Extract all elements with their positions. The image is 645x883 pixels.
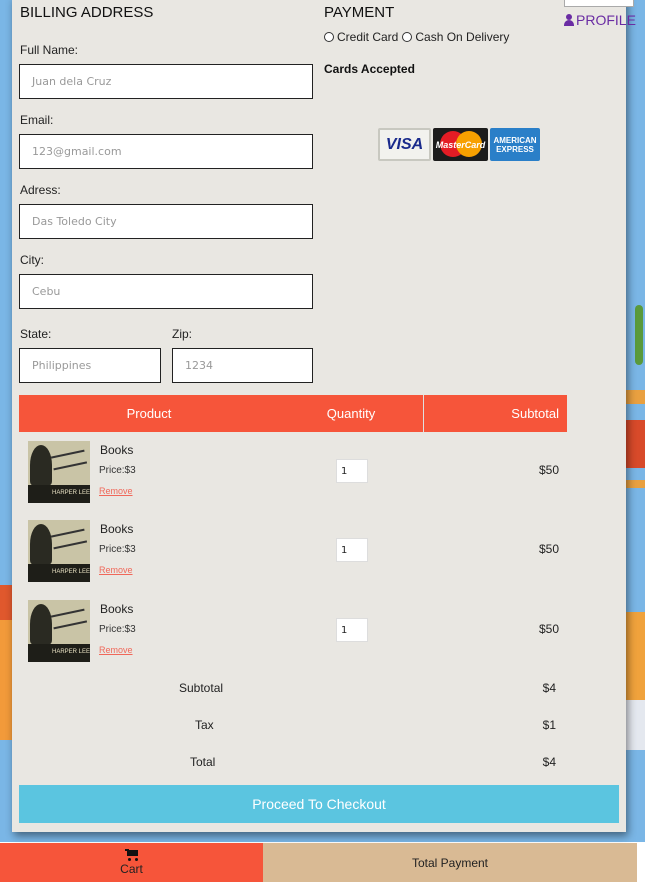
state-placeholder: Philippines <box>32 359 92 372</box>
item-price: Price:$3 <box>99 465 136 476</box>
credit-card-label[interactable]: Credit Card <box>337 30 398 44</box>
tax-label: Tax <box>195 718 214 732</box>
header-quantity: Quantity <box>279 395 424 432</box>
city-field[interactable]: Cebu <box>19 274 313 309</box>
address-label: Adress: <box>20 183 61 197</box>
row-subtotal: $50 <box>538 463 559 477</box>
cash-on-delivery-radio[interactable] <box>402 32 413 42</box>
bottom-bar: Cart Total Payment <box>0 843 637 882</box>
background-decoration <box>0 620 12 740</box>
background-decoration <box>625 390 645 404</box>
zip-label: Zip: <box>172 327 193 341</box>
billing-title: BILLING ADDRESS <box>20 4 154 21</box>
table-row: HARPER LEE Books Price:$3 Remove 1 $50 <box>19 512 567 582</box>
item-name: Books <box>100 443 134 457</box>
zip-field[interactable]: 1234 <box>172 348 313 383</box>
total-payment-label: Total Payment <box>411 855 489 870</box>
cart-label: Cart <box>120 862 143 876</box>
cart-button[interactable]: Cart <box>0 843 263 882</box>
total-label: Total <box>190 755 216 769</box>
full-name-field[interactable]: Juan dela Cruz <box>19 64 313 99</box>
profile-label: PROFILE <box>576 12 636 28</box>
tax-value: $1 <box>542 718 556 732</box>
cards-accepted-label: Cards Accepted <box>324 62 415 76</box>
zip-placeholder: 1234 <box>185 359 213 372</box>
address-placeholder: Das Toledo City <box>32 215 117 228</box>
visa-logo: VISA <box>378 128 431 161</box>
remove-link[interactable]: Remove <box>99 645 133 655</box>
user-icon <box>564 14 574 26</box>
table-row: HARPER LEE Books Price:$3 Remove 1 $50 <box>19 433 567 503</box>
cash-on-delivery-label[interactable]: Cash On Delivery <box>415 30 509 44</box>
proceed-to-checkout-button[interactable]: Proceed To Checkout <box>19 785 619 823</box>
row-subtotal: $50 <box>538 622 559 636</box>
subtotal-value: $4 <box>542 681 556 695</box>
item-name: Books <box>100 602 134 616</box>
background-decoration <box>625 480 645 540</box>
state-label: State: <box>20 327 52 341</box>
cart-icon <box>124 849 139 861</box>
city-placeholder: Cebu <box>32 285 61 298</box>
state-field[interactable]: Philippines <box>19 348 161 383</box>
quantity-input[interactable]: 1 <box>336 618 368 642</box>
quantity-input[interactable]: 1 <box>336 459 368 483</box>
background-decoration <box>625 612 645 702</box>
email-label: Email: <box>20 113 54 127</box>
payment-title: PAYMENT <box>324 4 395 21</box>
quantity-input[interactable]: 1 <box>336 538 368 562</box>
book-cover: HARPER LEE <box>28 441 90 503</box>
item-price: Price:$3 <box>99 544 136 555</box>
background-decoration <box>635 305 643 365</box>
mastercard-logo: MasterCard <box>433 128 488 161</box>
mastercard-text: MasterCard <box>435 139 486 150</box>
checkout-card: BILLING ADDRESS PAYMENT Full Name: Juan … <box>12 0 626 832</box>
amex-text-2: EXPRESS <box>496 144 534 154</box>
total-payment-button[interactable]: Total Payment <box>263 843 637 882</box>
amex-text-1: AMERICAN <box>493 135 537 145</box>
total-value: $4 <box>542 755 556 769</box>
remove-link[interactable]: Remove <box>99 486 133 496</box>
visa-text: VISA <box>385 135 424 153</box>
address-field[interactable]: Das Toledo City <box>19 204 313 239</box>
item-price: Price:$3 <box>99 624 136 635</box>
amex-logo: AMERICAN EXPRESS <box>490 128 540 161</box>
full-name-label: Full Name: <box>20 43 79 57</box>
item-name: Books <box>100 522 134 536</box>
header-product: Product <box>126 406 172 421</box>
background-decoration <box>625 700 645 750</box>
email-field[interactable]: 123@gmail.com <box>19 134 313 169</box>
language-select[interactable] <box>564 0 634 7</box>
profile-link[interactable]: PROFILE <box>564 12 636 28</box>
full-name-placeholder: Juan dela Cruz <box>32 75 112 88</box>
table-row: HARPER LEE Books Price:$3 Remove 1 $50 <box>19 592 567 662</box>
header-subtotal: Subtotal <box>511 406 559 421</box>
remove-link[interactable]: Remove <box>99 565 133 575</box>
book-cover: HARPER LEE <box>28 520 90 582</box>
city-label: City: <box>20 253 44 267</box>
cart-table-header: Product Quantity Subtotal <box>19 395 567 432</box>
book-cover: HARPER LEE <box>28 600 90 662</box>
row-subtotal: $50 <box>538 542 559 556</box>
email-placeholder: 123@gmail.com <box>32 145 122 158</box>
subtotal-label: Subtotal <box>179 681 224 695</box>
payment-options: Credit Card Cash On Delivery <box>324 30 513 44</box>
background-decoration <box>625 420 645 468</box>
credit-card-radio[interactable] <box>324 32 334 42</box>
